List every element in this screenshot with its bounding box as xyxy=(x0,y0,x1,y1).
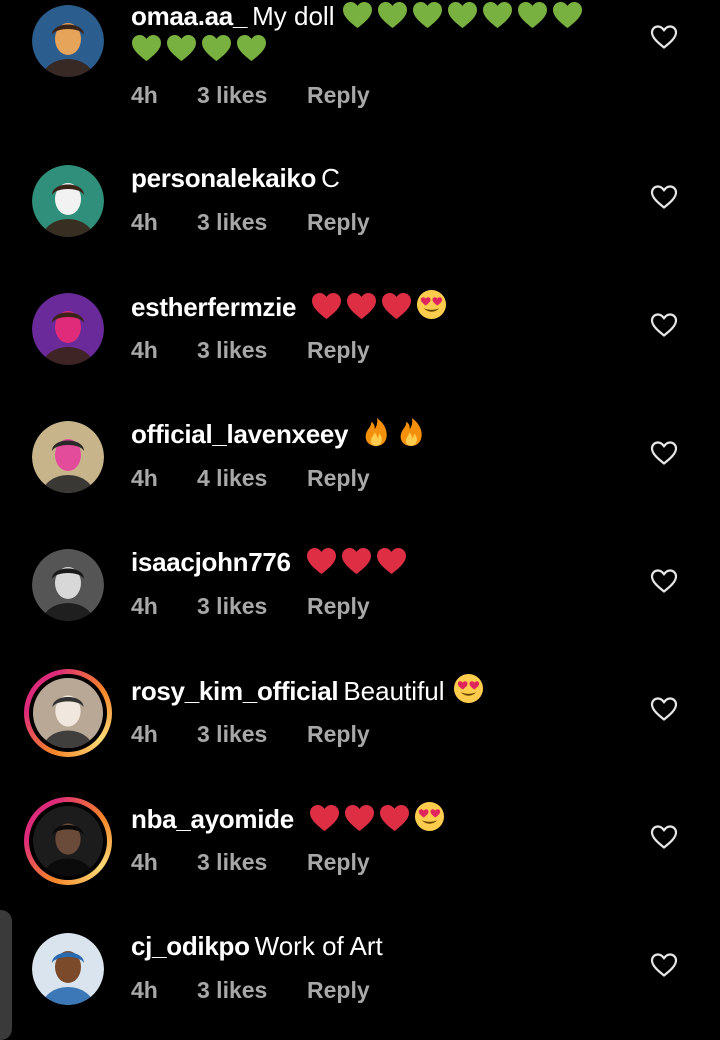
comment-body: estherfermzie xyxy=(131,289,451,324)
fire-emoji-icon xyxy=(398,417,429,446)
avatar-photo xyxy=(32,549,104,621)
comment-meta: 4h 3 likes Reply xyxy=(131,337,370,364)
avatar-photo xyxy=(32,933,104,1005)
avatar-photo xyxy=(32,421,104,493)
comment-timestamp: 4h xyxy=(131,465,158,491)
like-heart-icon[interactable] xyxy=(650,440,678,466)
reply-button[interactable]: Reply xyxy=(307,593,370,620)
comment-text: Beautiful xyxy=(343,676,445,706)
comment-body: personalekaiko C xyxy=(131,161,348,195)
avatar-photo xyxy=(33,678,103,748)
comment-meta: 4h 3 likes Reply xyxy=(131,209,370,236)
comment-emojis xyxy=(453,673,488,706)
avatar[interactable] xyxy=(32,293,104,365)
avatar[interactable] xyxy=(32,549,104,621)
comment-likes-count[interactable]: 3 likes xyxy=(197,593,307,620)
comment-likes-count[interactable]: 3 likes xyxy=(197,337,307,364)
avatar-story-ring[interactable] xyxy=(24,797,112,885)
red-heart-emoji-icon xyxy=(306,547,337,575)
like-heart-icon[interactable] xyxy=(650,696,678,722)
avatar-photo xyxy=(32,165,104,237)
comment-meta: 4h 3 likes Reply xyxy=(131,593,370,620)
comment-body: official_lavenxeey xyxy=(131,417,433,451)
avatar[interactable] xyxy=(32,165,104,237)
comment-timestamp: 4h xyxy=(131,337,158,363)
reply-button[interactable]: Reply xyxy=(307,337,370,364)
comment-emojis xyxy=(363,417,433,449)
comment-text: C xyxy=(321,163,340,193)
comment-likes-count[interactable]: 4 likes xyxy=(197,465,307,492)
like-heart-icon[interactable] xyxy=(650,184,678,210)
comment-username[interactable]: nba_ayomide xyxy=(131,804,294,834)
avatar-frame xyxy=(32,421,104,493)
comment-username[interactable]: estherfermzie xyxy=(131,292,296,322)
reply-button[interactable]: Reply xyxy=(307,721,370,748)
reply-button[interactable]: Reply xyxy=(307,849,370,876)
comments-list: omaa.aa_ My doll 4h 3 likes Reply personaleka… xyxy=(0,0,720,1027)
avatar-frame xyxy=(32,165,104,237)
heart-eyes-face-emoji-icon xyxy=(414,801,445,832)
comment-meta: 4h 3 likes Reply xyxy=(131,849,370,876)
comment-meta: 4h 4 likes Reply xyxy=(131,465,370,492)
like-heart-icon[interactable] xyxy=(650,952,678,978)
comment-likes-count[interactable]: 3 likes xyxy=(197,977,307,1004)
red-heart-emoji-icon xyxy=(379,804,410,832)
comment-meta: 4h 3 likes Reply xyxy=(131,721,370,748)
avatar-frame xyxy=(32,933,104,1005)
comment-emojis xyxy=(306,547,411,577)
comment-body: nba_ayomide xyxy=(131,801,449,836)
avatar-frame xyxy=(29,802,107,880)
fire-emoji-icon xyxy=(363,417,394,446)
comment-emojis xyxy=(309,801,449,834)
avatar-frame xyxy=(32,549,104,621)
reply-button[interactable]: Reply xyxy=(307,465,370,492)
comment-timestamp: 4h xyxy=(131,593,158,619)
comment-meta: 4h 3 likes Reply xyxy=(131,977,370,1004)
comment-timestamp: 4h xyxy=(131,977,158,1003)
comment-body: cj_odikpo Work of Art xyxy=(131,929,391,963)
comment-item: cj_odikpo Work of Art 4h 3 likes Reply xyxy=(0,0,720,1005)
avatar[interactable] xyxy=(32,421,104,493)
red-heart-emoji-icon xyxy=(311,292,342,320)
comment-username[interactable]: cj_odikpo xyxy=(131,931,250,961)
avatar-frame xyxy=(32,293,104,365)
comment-username[interactable]: rosy_kim_official xyxy=(131,676,339,706)
comment-likes-count[interactable]: 3 likes xyxy=(197,849,307,876)
reply-button[interactable]: Reply xyxy=(307,209,370,236)
avatar-story-ring[interactable] xyxy=(24,669,112,757)
comment-emojis xyxy=(311,289,451,322)
like-heart-icon[interactable] xyxy=(650,568,678,594)
comment-username[interactable]: official_lavenxeey xyxy=(131,419,348,449)
like-heart-icon[interactable] xyxy=(650,824,678,850)
avatar-photo xyxy=(32,293,104,365)
like-heart-icon[interactable] xyxy=(650,312,678,338)
red-heart-emoji-icon xyxy=(346,292,377,320)
comment-likes-count[interactable]: 3 likes xyxy=(197,721,307,748)
heart-eyes-face-emoji-icon xyxy=(416,289,447,320)
comment-body: rosy_kim_official Beautiful xyxy=(131,673,488,708)
reply-button[interactable]: Reply xyxy=(307,977,370,1004)
red-heart-emoji-icon xyxy=(381,292,412,320)
comment-timestamp: 4h xyxy=(131,209,158,235)
comment-timestamp: 4h xyxy=(131,849,158,875)
comment-username[interactable]: personalekaiko xyxy=(131,163,316,193)
heart-eyes-face-emoji-icon xyxy=(453,673,484,704)
comment-likes-count[interactable]: 3 likes xyxy=(197,209,307,236)
comment-username[interactable]: isaacjohn776 xyxy=(131,547,291,577)
avatar-frame xyxy=(29,674,107,752)
comment-timestamp: 4h xyxy=(131,721,158,747)
red-heart-emoji-icon xyxy=(344,804,375,832)
red-heart-emoji-icon xyxy=(309,804,340,832)
red-heart-emoji-icon xyxy=(376,547,407,575)
comment-text: Work of Art xyxy=(254,931,383,961)
comment-body: isaacjohn776 xyxy=(131,545,411,579)
red-heart-emoji-icon xyxy=(341,547,372,575)
avatar[interactable] xyxy=(32,933,104,1005)
avatar-photo xyxy=(33,806,103,876)
edge-panel-handle[interactable] xyxy=(0,910,12,1040)
